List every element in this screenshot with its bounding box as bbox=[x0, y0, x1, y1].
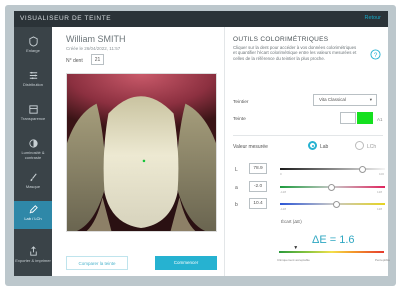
shade-input[interactable] bbox=[340, 112, 356, 124]
b-component-label: b bbox=[235, 202, 238, 208]
l-slider-max: 100 bbox=[379, 172, 385, 176]
compare-shade-button[interactable]: Comparer la teinte bbox=[66, 256, 128, 270]
eyedropper-icon bbox=[29, 205, 38, 214]
a-slider-min: -128 bbox=[280, 190, 287, 194]
contrast-icon bbox=[28, 139, 38, 148]
translucency-icon bbox=[28, 105, 38, 114]
lch-radio[interactable] bbox=[355, 141, 364, 150]
sliders-icon bbox=[29, 71, 37, 80]
tooth-photo[interactable] bbox=[66, 73, 217, 232]
l-slider-min: 0 bbox=[280, 172, 282, 176]
shade-guide-value: Vita Classical bbox=[319, 97, 346, 102]
a-slider-max: 128 bbox=[377, 190, 383, 194]
delta-e-scale-max: Perceptible bbox=[375, 258, 391, 262]
patient-name: William SMITH bbox=[66, 34, 126, 44]
b-slider-knob[interactable] bbox=[333, 200, 341, 208]
shade-color-swatch bbox=[357, 112, 373, 124]
shade-guide-select[interactable]: Vita Classical ▾ bbox=[313, 94, 377, 106]
a-slider-knob[interactable] bbox=[328, 183, 336, 191]
back-link[interactable]: Retour bbox=[364, 15, 381, 21]
help-text: Cliquer sur la dent pour accéder à vos d… bbox=[233, 45, 357, 61]
confirm-button[interactable]: Commencer bbox=[155, 256, 217, 270]
created-date: Créée le 26/04/2022, 11:57 bbox=[66, 46, 121, 51]
sidebar-item-label: Exporter & imprimer bbox=[15, 258, 51, 263]
delta-e-marker-icon: ▼ bbox=[293, 245, 299, 251]
svg-text:?: ? bbox=[374, 52, 378, 59]
shade-guide-label: Teintier bbox=[233, 100, 249, 105]
app-window: VISUALISEUR DE TEINTE Retour Enlarge Dis… bbox=[14, 11, 391, 276]
b-slider-max: 128 bbox=[377, 207, 383, 211]
a-component-label: a bbox=[235, 185, 238, 191]
l-slider-track[interactable] bbox=[280, 168, 385, 170]
app-title: VISUALISEUR DE TEINTE bbox=[20, 15, 112, 22]
sidebar-item-label: Masque bbox=[25, 184, 41, 189]
sidebar-item-label: Distribution bbox=[22, 82, 43, 87]
title-bar: VISUALISEUR DE TEINTE Retour bbox=[14, 11, 388, 27]
separator bbox=[233, 135, 383, 136]
tooth-number-input[interactable]: 21 bbox=[91, 54, 104, 65]
patient-panel: William SMITH Créée le 26/04/2022, 11:57… bbox=[52, 27, 224, 276]
sidebar-item-luminosity[interactable]: Luminosité & contraste bbox=[14, 135, 52, 163]
a-value-field[interactable]: -2.0 bbox=[249, 181, 267, 192]
measured-value-label: Valeur mesurée bbox=[233, 144, 268, 150]
l-slider-knob[interactable] bbox=[359, 165, 367, 173]
lch-radio-label[interactable]: LCh bbox=[367, 144, 376, 150]
sidebar-item-label: Transparence bbox=[20, 116, 46, 121]
delta-e-title: Écart (ΔE) bbox=[281, 219, 302, 224]
shield-icon bbox=[28, 36, 38, 47]
l-value-field[interactable]: 78.9 bbox=[249, 163, 267, 174]
sidebar-item-export[interactable]: Exporter & imprimer bbox=[14, 243, 52, 271]
sidebar-item-distribution[interactable]: Distribution bbox=[14, 67, 52, 95]
shade-code: A1 bbox=[377, 117, 383, 122]
shade-label: Teinte bbox=[233, 117, 246, 122]
tooth-number-label: N° dent bbox=[66, 58, 83, 64]
measurement-point bbox=[142, 159, 146, 163]
delta-e-scale bbox=[279, 251, 384, 253]
delta-e-value: ΔE = 1.6 bbox=[312, 234, 355, 246]
color-tools-panel: OUTILS COLORIMÉTRIQUES Cliquer sur la de… bbox=[225, 27, 391, 276]
sidebar-item-transparence[interactable]: Transparence bbox=[14, 101, 52, 129]
lab-radio-label[interactable]: Lab bbox=[320, 144, 328, 150]
chevron-down-icon: ▾ bbox=[369, 97, 372, 102]
sidebar-item-label: Lab / LCh bbox=[24, 216, 42, 221]
share-icon bbox=[29, 246, 37, 256]
b-slider-min: -128 bbox=[280, 207, 287, 211]
sidebar-item-mask[interactable]: Masque bbox=[14, 169, 52, 197]
b-value-field[interactable]: 10.4 bbox=[249, 198, 267, 209]
brush-icon bbox=[30, 173, 37, 182]
l-component-label: L bbox=[235, 167, 238, 173]
lab-radio[interactable] bbox=[308, 141, 317, 150]
sidebar-item-label: Enlarge bbox=[26, 48, 40, 53]
help-icon[interactable]: ? bbox=[370, 49, 381, 60]
sidebar-item-enlarge[interactable]: Enlarge bbox=[14, 33, 52, 61]
sidebar-item-label: Luminosité & contraste bbox=[21, 150, 45, 160]
sidebar-item-lab-lch[interactable]: Lab / LCh bbox=[14, 201, 52, 229]
tools-title: OUTILS COLORIMÉTRIQUES bbox=[233, 36, 329, 43]
delta-e-scale-min: Cliniquement acceptable bbox=[277, 258, 310, 262]
sidebar: Enlarge Distribution Transparence Lumino… bbox=[14, 27, 52, 276]
